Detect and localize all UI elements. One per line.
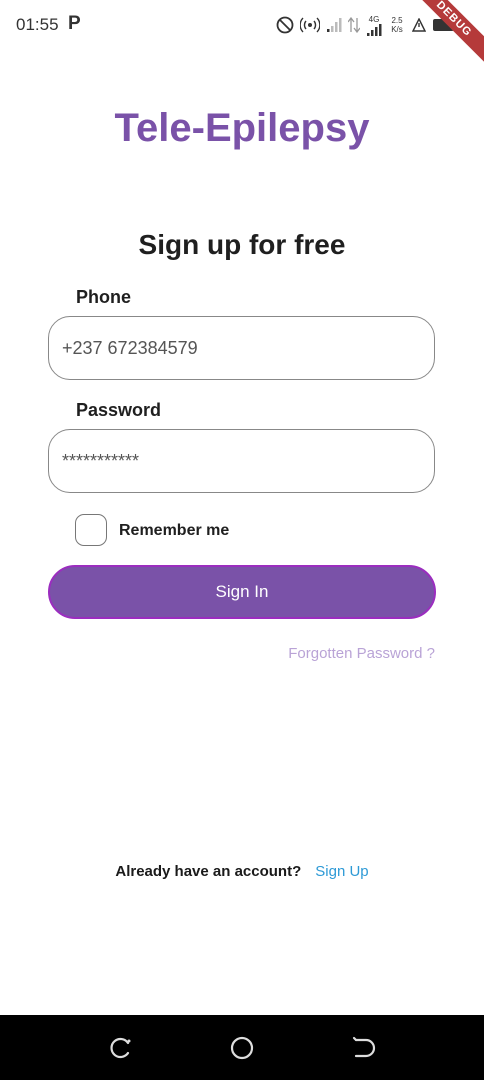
network-speed-value: 2.5	[391, 16, 403, 25]
status-icons: 4G 2.5 K/s	[276, 10, 458, 40]
hotspot-icon	[300, 17, 320, 33]
parking-notification-icon: P	[68, 13, 81, 34]
status-time: 01:55	[16, 15, 59, 34]
status-bar: 01:55 P 4G 2.5 K/s	[0, 0, 484, 50]
warning-icon	[412, 18, 426, 32]
remember-me-label: Remember me	[119, 522, 230, 539]
forgot-password-link[interactable]: Forgotten Password ?	[288, 645, 435, 662]
network-type: 4G	[368, 14, 380, 24]
back-icon[interactable]	[350, 1035, 376, 1061]
recent-apps-icon[interactable]	[108, 1035, 134, 1061]
phone-field-container	[48, 316, 435, 380]
password-input[interactable]	[49, 430, 434, 492]
signal-4g-icon	[367, 23, 382, 36]
sign-up-link[interactable]: Sign Up	[315, 863, 368, 880]
app-title: Tele-Epilepsy	[114, 106, 370, 150]
phone-label: Phone	[76, 287, 132, 307]
network-speed-unit: K/s	[391, 25, 403, 34]
sign-in-button[interactable]: Sign In	[48, 565, 436, 619]
system-nav-bar	[0, 1015, 484, 1080]
page-title: Sign up for free	[138, 229, 346, 260]
account-prompt: Already have an account?	[115, 863, 302, 880]
network-speed: 2.5 K/s	[388, 16, 406, 34]
account-row: Already have an account? Sign Up	[0, 863, 484, 880]
network-signal: 4G	[366, 15, 382, 36]
password-field-container	[48, 429, 435, 493]
remember-me-checkbox[interactable]	[75, 514, 107, 546]
home-icon[interactable]	[229, 1035, 255, 1061]
phone-input[interactable]	[49, 317, 434, 379]
do-not-disturb-icon	[276, 16, 294, 34]
password-label: Password	[76, 400, 162, 420]
signal-icon	[327, 18, 342, 32]
data-transfer-icon	[348, 17, 360, 33]
